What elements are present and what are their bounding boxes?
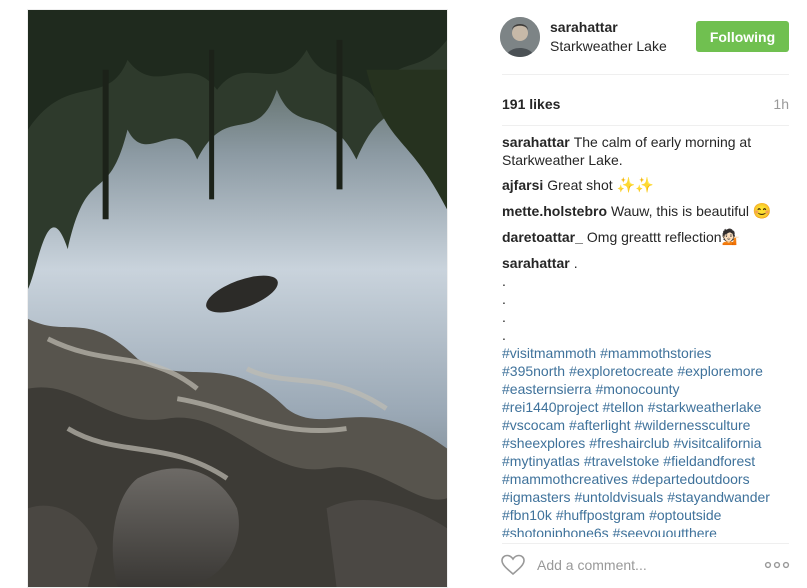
post-photo[interactable] (27, 9, 448, 588)
post-details-panel: sarahattar Starkweather Lake Following 1… (500, 0, 800, 588)
hashtag-link[interactable]: #igmasters (502, 489, 570, 505)
hashtag-line: #mytinyatlas #travelstoke #fieldandforest (502, 452, 789, 470)
hashtag-line: #395north #exploretocreate #exploremore (502, 362, 789, 380)
hashtag-link[interactable]: #fbn10k (502, 507, 552, 523)
hashtag-link[interactable]: #freshairclub (589, 435, 669, 451)
dot-line: . (502, 291, 506, 307)
divider (502, 125, 789, 126)
hashtag-link[interactable]: #departedoutdoors (632, 471, 750, 487)
hashtag-line: #easternsierra #monocounty (502, 380, 789, 398)
comment-text: Great shot (547, 177, 613, 193)
hashtag-line: #visitmammoth #mammothstories (502, 344, 789, 362)
hashtag-line: #rei1440project #tellon #starkweatherlake (502, 398, 789, 416)
hashtag-link[interactable]: #optoutside (649, 507, 721, 523)
hashtag-link[interactable]: #mammothstories (600, 345, 711, 361)
hashtag-link[interactable]: #travelstoke (584, 453, 659, 469)
comment-text: Wauw, this is beautiful (611, 203, 750, 219)
likes-count[interactable]: 191 likes (502, 96, 560, 112)
hashtag-link[interactable]: #mytinyatlas (502, 453, 580, 469)
list-item: daretoattar_ Omg greattt reflection💁🏻 (502, 228, 789, 247)
list-item: mette.holstebro Wauw, this is beautiful 😊 (502, 202, 789, 221)
list-item: sarahattar. . . . . #visitmammoth #mammot… (502, 254, 789, 537)
comment-text: Omg greattt reflection (586, 229, 722, 245)
person-emoji: 💁🏻 (721, 229, 741, 246)
comment-input[interactable] (537, 554, 757, 576)
dot-line: . (502, 309, 506, 325)
hashtag-link[interactable]: #starkweatherlake (648, 399, 762, 415)
username-link[interactable]: sarahattar (550, 18, 667, 36)
comment-username[interactable]: mette.holstebro (502, 203, 607, 219)
hashtag-line: #mammothcreatives #departedoutdoors (502, 470, 789, 488)
avatar[interactable] (500, 17, 540, 57)
hashtag-link[interactable]: #395north (502, 363, 565, 379)
comment-username[interactable]: sarahattar (502, 134, 570, 150)
hashtag-link[interactable]: #visitmammoth (502, 345, 596, 361)
comment-text: . (573, 255, 578, 271)
location-link[interactable]: Starkweather Lake (550, 36, 667, 56)
hashtag-line: #shotoniphone6s #seeyououtthere (502, 524, 789, 537)
hashtag-link[interactable]: #sheexplores (502, 435, 585, 451)
post-meta: 191 likes 1h (502, 96, 789, 114)
comment-username[interactable]: ajfarsi (502, 177, 543, 193)
hashtag-link[interactable]: #shotoniphone6s (502, 525, 609, 537)
hashtag-link[interactable]: #monocounty (596, 381, 680, 397)
hashtag-link[interactable]: #stayandwander (667, 489, 770, 505)
hashtag-link[interactable]: #visitcalifornia (673, 435, 761, 451)
hashtag-link[interactable]: #vscocam (502, 417, 565, 433)
post-time[interactable]: 1h (773, 96, 789, 112)
hashtag-link[interactable]: #afterlight (569, 417, 630, 433)
hashtag-link[interactable]: #huffpostgram (556, 507, 645, 523)
hashtag-link[interactable]: #rei1440project (502, 399, 599, 415)
divider (502, 74, 789, 75)
hashtag-link[interactable]: #mammothcreatives (502, 471, 628, 487)
hashtag-block: #visitmammoth #mammothstories #395north #e… (502, 344, 789, 537)
dot-line: . (502, 273, 506, 289)
hashtag-link[interactable]: #exploretocreate (569, 363, 673, 379)
hashtag-line: #sheexplores #freshairclub #visitcaliforni… (502, 434, 789, 452)
hashtag-link[interactable]: #untoldvisuals (574, 489, 663, 505)
comment-username[interactable]: sarahattar (502, 255, 570, 271)
hashtag-link[interactable]: #seeyououtthere (613, 525, 717, 537)
hashtag-line: #vscocam #afterlight #wildernessculture (502, 416, 789, 434)
comment-bar (500, 545, 790, 585)
sparkles-emoji: ✨✨ (616, 177, 654, 194)
comments-list[interactable]: sarahattar The calm of early morning at S… (502, 133, 789, 537)
hashtag-link[interactable]: #fieldandforest (663, 453, 755, 469)
caption: sarahattar The calm of early morning at S… (502, 133, 789, 169)
lake-reflection-image (28, 10, 447, 587)
post-header: sarahattar Starkweather Lake Following (500, 15, 790, 59)
hashtag-link[interactable]: #easternsierra (502, 381, 592, 397)
smile-emoji: 😊 (752, 203, 772, 220)
heart-outline-icon[interactable] (501, 554, 525, 576)
hashtag-link[interactable]: #exploremore (677, 363, 763, 379)
more-options-icon[interactable] (764, 555, 790, 575)
dot-line: . (502, 327, 506, 343)
list-item: ajfarsi Great shot ✨✨ (502, 176, 789, 195)
divider (502, 543, 789, 544)
hashtag-line: #igmasters #untoldvisuals #stayandwander (502, 488, 789, 506)
hashtag-link[interactable]: #wildernessculture (635, 417, 751, 433)
hashtag-link[interactable]: #tellon (603, 399, 644, 415)
following-button[interactable]: Following (696, 21, 789, 52)
comment-username[interactable]: daretoattar_ (502, 229, 583, 245)
user-block: sarahattar Starkweather Lake (550, 18, 667, 56)
hashtag-line: #fbn10k #huffpostgram #optoutside (502, 506, 789, 524)
